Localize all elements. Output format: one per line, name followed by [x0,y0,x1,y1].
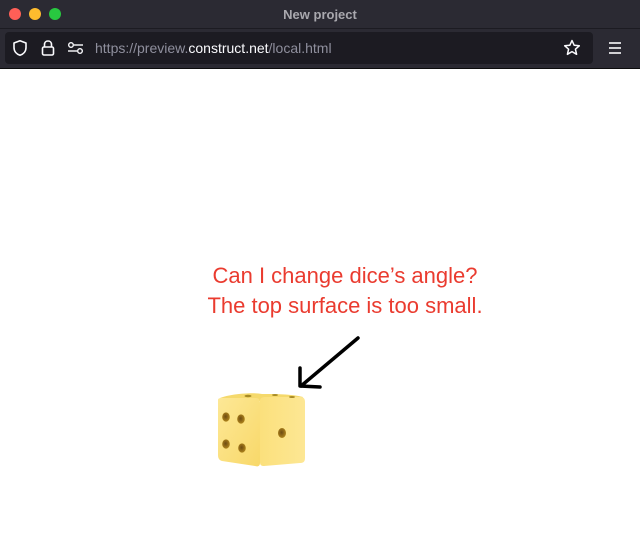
lock-icon[interactable] [40,39,56,57]
menu-icon[interactable] [607,41,623,55]
url-text[interactable]: https://preview.construct.net/local.html [95,40,332,56]
permissions-icon[interactable] [67,40,85,56]
url-path: /local.html [268,40,332,56]
dice-sprite [218,393,305,467]
shield-icon[interactable] [11,39,29,57]
annotation-line-2: The top surface is too small. [207,293,483,318]
annotation-line-1: Can I change dice’s angle? [212,263,478,288]
url-prefix: https://preview. [95,40,189,56]
window-title: New project [283,7,357,22]
window-titlebar: New project [0,0,640,29]
bookmark-star-icon[interactable] [563,39,581,57]
url-host: construct.net [188,40,269,56]
address-bar[interactable]: https://preview.construct.net/local.html [5,32,593,64]
browser-toolbar: https://preview.construct.net/local.html [0,29,640,69]
annotation-text: Can I change dice’s angle? The top surfa… [160,261,530,321]
page-content: Can I change dice’s angle? The top surfa… [0,69,640,549]
arrow-icon [298,336,360,389]
